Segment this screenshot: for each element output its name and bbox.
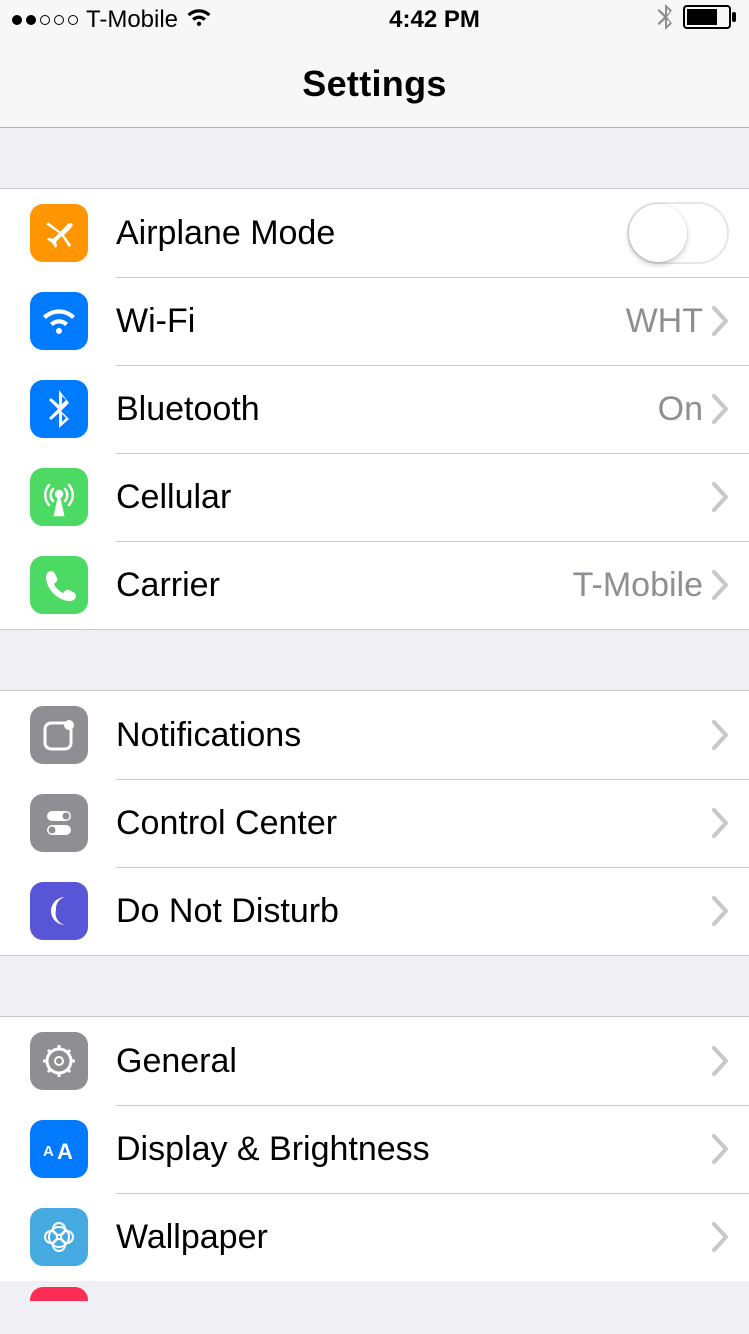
chevron-right-icon <box>711 394 729 424</box>
display-icon: AA <box>30 1120 88 1178</box>
wifi-icon <box>30 292 88 350</box>
bluetooth-icon <box>30 380 88 438</box>
row-wifi[interactable]: Wi-Fi WHT <box>0 277 749 365</box>
carrier-label: T-Mobile <box>86 6 178 34</box>
signal-strength-dots <box>12 15 78 25</box>
row-value: T-Mobile <box>573 566 703 605</box>
sounds-icon-peek <box>30 1287 88 1301</box>
svg-text:A: A <box>57 1139 73 1164</box>
row-label: Do Not Disturb <box>116 892 711 931</box>
row-label: Airplane Mode <box>116 214 627 253</box>
row-peek-next <box>0 1281 749 1301</box>
page-title: Settings <box>302 63 446 105</box>
settings-group-alerts: Notifications Control Center Do Not Dist… <box>0 690 749 956</box>
chevron-right-icon <box>711 1222 729 1252</box>
control-center-icon <box>30 794 88 852</box>
status-left: T-Mobile <box>12 6 212 34</box>
row-label: Wallpaper <box>116 1218 711 1257</box>
moon-icon <box>30 882 88 940</box>
airplane-icon <box>30 204 88 262</box>
gear-icon <box>30 1032 88 1090</box>
row-value: On <box>658 390 703 429</box>
chevron-right-icon <box>711 896 729 926</box>
battery-icon <box>683 5 737 36</box>
chevron-right-icon <box>711 1134 729 1164</box>
row-label: Wi-Fi <box>116 302 626 341</box>
wifi-icon <box>186 6 212 34</box>
chevron-right-icon <box>711 720 729 750</box>
row-label: Display & Brightness <box>116 1130 711 1169</box>
row-label: General <box>116 1042 711 1081</box>
settings-group-general: General AA Display & Brightness Wallpape… <box>0 1016 749 1281</box>
settings-group-connectivity: Airplane Mode Wi-Fi WHT Bluetooth On Cel… <box>0 188 749 630</box>
row-label: Notifications <box>116 716 711 755</box>
row-value: WHT <box>626 302 703 341</box>
row-bluetooth[interactable]: Bluetooth On <box>0 365 749 453</box>
row-notifications[interactable]: Notifications <box>0 691 749 779</box>
nav-bar: Settings <box>0 40 749 128</box>
chevron-right-icon <box>711 306 729 336</box>
row-cellular[interactable]: Cellular <box>0 453 749 541</box>
row-label: Carrier <box>116 566 573 605</box>
cellular-icon <box>30 468 88 526</box>
status-right <box>657 4 737 37</box>
notifications-icon <box>30 706 88 764</box>
row-carrier[interactable]: Carrier T-Mobile <box>0 541 749 629</box>
row-wallpaper[interactable]: Wallpaper <box>0 1193 749 1281</box>
row-general[interactable]: General <box>0 1017 749 1105</box>
wallpaper-icon <box>30 1208 88 1266</box>
row-label: Bluetooth <box>116 390 658 429</box>
row-control-center[interactable]: Control Center <box>0 779 749 867</box>
row-display-brightness[interactable]: AA Display & Brightness <box>0 1105 749 1193</box>
row-airplane-mode[interactable]: Airplane Mode <box>0 189 749 277</box>
chevron-right-icon <box>711 1046 729 1076</box>
phone-icon <box>30 556 88 614</box>
airplane-toggle[interactable] <box>627 202 729 264</box>
chevron-right-icon <box>711 808 729 838</box>
row-label: Cellular <box>116 478 711 517</box>
bluetooth-icon <box>657 4 673 37</box>
status-time: 4:42 PM <box>389 6 480 34</box>
chevron-right-icon <box>711 482 729 512</box>
status-bar: T-Mobile 4:42 PM <box>0 0 749 40</box>
chevron-right-icon <box>711 570 729 600</box>
row-label: Control Center <box>116 804 711 843</box>
svg-text:A: A <box>43 1143 54 1160</box>
row-do-not-disturb[interactable]: Do Not Disturb <box>0 867 749 955</box>
